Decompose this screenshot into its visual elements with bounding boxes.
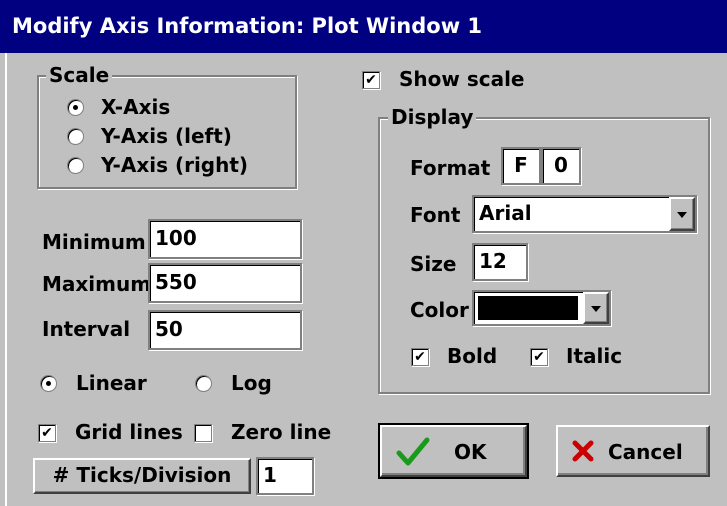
- zero-line-label: Zero line: [231, 420, 332, 444]
- interval-label: Interval: [42, 317, 131, 341]
- italic-check-box[interactable]: ✔: [530, 348, 548, 366]
- show-scale-check-box[interactable]: ✔: [362, 71, 380, 89]
- radio-x-axis-label: X-Axis: [101, 95, 171, 119]
- radio-y-axis-right-button[interactable]: [67, 157, 84, 174]
- radio-y-axis-left-button[interactable]: [67, 128, 84, 145]
- radio-y-axis-right[interactable]: Y-Axis (right): [67, 153, 277, 177]
- x-icon: [572, 440, 594, 462]
- color-label: Color: [410, 298, 469, 322]
- color-dropdown-button[interactable]: [583, 292, 609, 324]
- ticks-division-label: # Ticks/Division: [52, 463, 232, 487]
- radio-y-axis-right-label: Y-Axis (right): [101, 153, 249, 177]
- window-title: Modify Axis Information: Plot Window 1: [12, 14, 483, 38]
- ok-button[interactable]: OK: [378, 423, 529, 479]
- display-legend: Display: [388, 105, 477, 129]
- zero-line-check-box[interactable]: [194, 424, 212, 442]
- font-select-value: Arial: [479, 201, 532, 225]
- maximum-input[interactable]: 550: [148, 263, 302, 303]
- radio-log-label: Log: [231, 371, 272, 395]
- format-digits-input[interactable]: 0: [541, 147, 581, 185]
- format-label: Format: [410, 156, 491, 180]
- font-select[interactable]: Arial: [472, 195, 697, 233]
- size-label: Size: [410, 252, 457, 276]
- show-scale-checkbox[interactable]: ✔ Show scale: [362, 67, 542, 91]
- radio-linear-button[interactable]: [40, 375, 57, 392]
- show-scale-label: Show scale: [399, 67, 525, 91]
- window-edge: [5, 53, 7, 506]
- chevron-down-icon: [591, 306, 601, 312]
- bold-label: Bold: [447, 344, 498, 368]
- bold-checkbox[interactable]: ✔ Bold: [411, 344, 511, 368]
- grid-lines-label: Grid lines: [75, 420, 183, 444]
- radio-linear-label: Linear: [76, 371, 147, 395]
- italic-checkbox[interactable]: ✔ Italic: [530, 344, 640, 368]
- scale-legend: Scale: [46, 63, 113, 87]
- zero-line-checkbox[interactable]: Zero line: [194, 420, 334, 444]
- ticks-division-button[interactable]: # Ticks/Division: [33, 458, 251, 494]
- minimum-input[interactable]: 100: [148, 219, 302, 259]
- cancel-button[interactable]: Cancel: [556, 425, 710, 477]
- radio-y-axis-left[interactable]: Y-Axis (left): [67, 124, 267, 148]
- interval-input[interactable]: 50: [148, 310, 302, 350]
- chevron-down-icon: [677, 212, 687, 218]
- ticks-division-input[interactable]: 1: [256, 457, 314, 495]
- radio-log[interactable]: Log: [195, 371, 285, 395]
- maximum-label: Maximum: [42, 272, 152, 296]
- format-type-input[interactable]: F: [501, 147, 541, 185]
- title-bar[interactable]: Modify Axis Information: Plot Window 1: [0, 0, 727, 53]
- font-dropdown-button[interactable]: [669, 197, 695, 231]
- minimum-label: Minimum: [42, 230, 146, 254]
- cancel-label: Cancel: [608, 440, 683, 464]
- color-swatch: [478, 296, 578, 320]
- font-label: Font: [410, 203, 461, 227]
- radio-x-axis-button[interactable]: [67, 99, 84, 116]
- radio-x-axis[interactable]: X-Axis: [67, 95, 267, 119]
- radio-linear[interactable]: Linear: [40, 371, 170, 395]
- grid-lines-check-box[interactable]: ✔: [38, 424, 56, 442]
- size-input[interactable]: 12: [472, 243, 528, 281]
- ok-label: OK: [454, 440, 487, 464]
- italic-label: Italic: [566, 344, 623, 368]
- check-icon: [396, 437, 430, 466]
- radio-log-button[interactable]: [195, 375, 212, 392]
- grid-lines-checkbox[interactable]: ✔ Grid lines: [38, 420, 188, 444]
- color-select[interactable]: [472, 290, 611, 326]
- radio-y-axis-left-label: Y-Axis (left): [101, 124, 232, 148]
- bold-check-box[interactable]: ✔: [411, 348, 429, 366]
